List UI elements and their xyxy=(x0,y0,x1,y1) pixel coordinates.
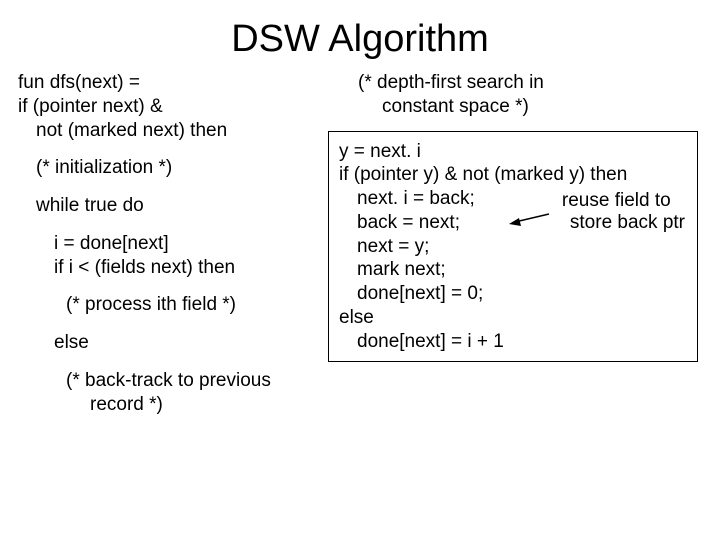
init-comment: (* initialization *) xyxy=(18,156,328,180)
code-line: if i < (fields next) then xyxy=(18,256,328,280)
process-comment: (* process ith field *) xyxy=(18,293,328,317)
code-line: if (pointer y) & not (marked y) then xyxy=(339,163,687,187)
left-column: fun dfs(next) = if (pointer next) & not … xyxy=(18,71,328,430)
annotation: reuse field to store back ptr xyxy=(562,190,685,236)
annot-line: reuse field to xyxy=(562,190,685,213)
code-line: record *) xyxy=(66,393,328,417)
backtrack-comment: (* back-track to previous record *) xyxy=(18,369,328,417)
annot-line: store back ptr xyxy=(562,212,685,235)
else-line: else xyxy=(18,331,328,355)
fun-header: fun dfs(next) = if (pointer next) & not … xyxy=(18,71,328,142)
content-row: fun dfs(next) = if (pointer next) & not … xyxy=(0,71,720,430)
code-line: mark next; xyxy=(339,258,687,282)
right-column: (* depth-first search in constant space … xyxy=(328,71,702,430)
code-line: fun dfs(next) = xyxy=(18,71,328,95)
arrow-icon xyxy=(509,210,549,230)
slide-title: DSW Algorithm xyxy=(0,0,720,71)
top-comment: (* depth-first search in constant space … xyxy=(328,71,702,119)
i-block: i = done[next] if i < (fields next) then xyxy=(18,232,328,280)
code-box: y = next. i if (pointer y) & not (marked… xyxy=(328,131,698,363)
code-line: if (pointer next) & xyxy=(18,95,328,119)
while-line: while true do xyxy=(18,194,328,218)
code-line: constant space *) xyxy=(358,95,702,119)
code-line: else xyxy=(339,306,687,330)
code-line: y = next. i xyxy=(339,140,687,164)
code-line: i = done[next] xyxy=(18,232,328,256)
code-line: not (marked next) then xyxy=(18,119,328,143)
code-line: (* depth-first search in xyxy=(358,71,702,95)
code-line: done[next] = 0; xyxy=(339,282,687,306)
code-line: done[next] = i + 1 xyxy=(339,330,687,354)
code-line: next = y; xyxy=(339,235,687,259)
code-line: (* back-track to previous xyxy=(66,369,328,393)
